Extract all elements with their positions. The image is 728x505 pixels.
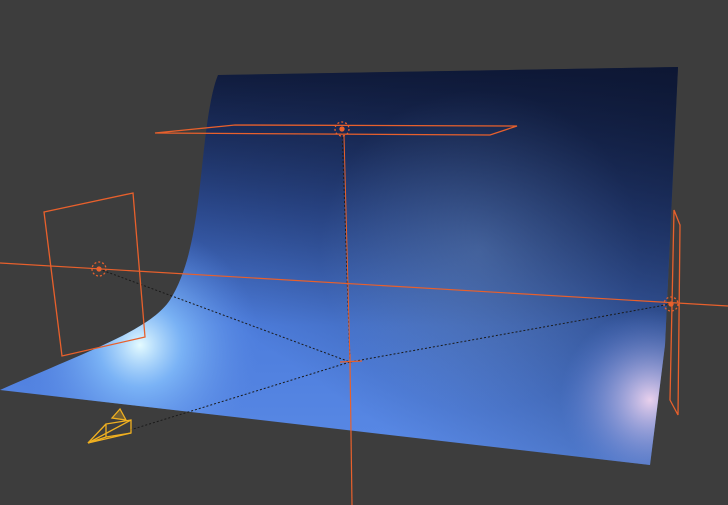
backdrop-mesh[interactable] bbox=[0, 67, 678, 465]
camera-icon[interactable] bbox=[87, 407, 132, 444]
left-area-light[interactable] bbox=[43, 192, 146, 357]
3d-viewport[interactable] bbox=[0, 0, 728, 505]
viewport-canvas[interactable] bbox=[0, 0, 728, 505]
